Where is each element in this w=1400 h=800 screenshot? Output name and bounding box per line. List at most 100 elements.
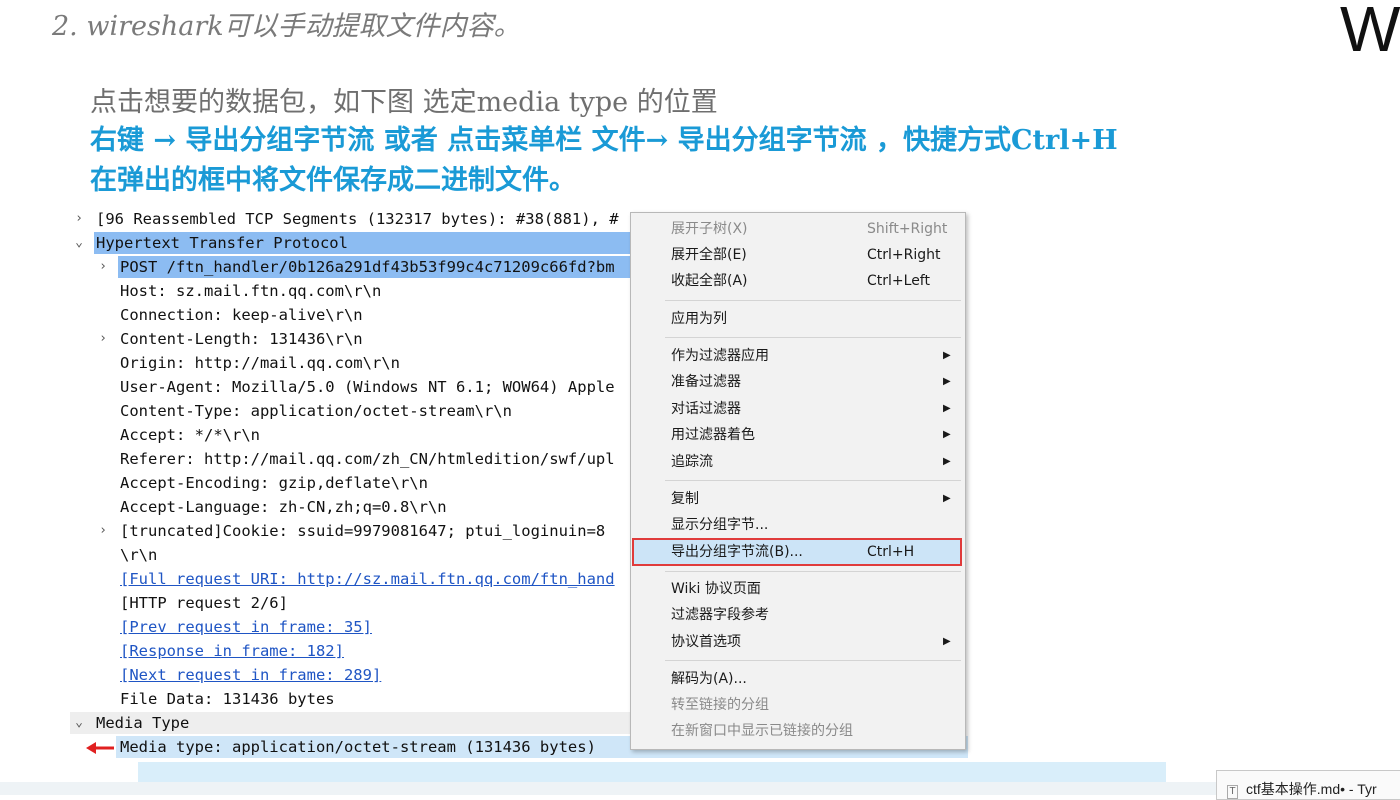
row-text: POST /ftn_handler/0b126a291df43b53f99c4c… (120, 258, 615, 276)
next-request-link[interactable]: [Next request in frame: 289] (120, 664, 381, 686)
menu-item-conversation-filter[interactable]: 对话过滤器 ▶ (633, 396, 961, 422)
row-text: Accept-Language: zh-CN,zh;q=0.8\r\n (120, 498, 447, 516)
expand-arrow-icon[interactable]: › (96, 256, 110, 278)
submenu-arrow-icon: ▶ (943, 493, 951, 504)
menu-item-label: 收起全部(A) (671, 273, 748, 289)
row-text: Hypertext Transfer Protocol (96, 234, 348, 252)
menu-item-expand-subtrees[interactable]: 展开子树(X) Shift+Right (633, 216, 961, 242)
row-text: Accept: */*\r\n (120, 426, 260, 444)
submenu-arrow-icon: ▶ (943, 456, 951, 467)
prev-request-link[interactable]: [Prev request in frame: 35] (120, 616, 372, 638)
submenu-arrow-icon: ▶ (943, 636, 951, 647)
menu-item-colorize-with-filter[interactable]: 用过滤器着色 ▶ (633, 422, 961, 448)
row-text: Referer: http://mail.qq.com/zh_CN/htmled… (120, 450, 615, 468)
tree-row-host[interactable]: Host: sz.mail.ftn.qq.com\r\n (120, 280, 381, 302)
row-text: Origin: http://mail.qq.com\r\n (120, 354, 400, 372)
menu-item-apply-as-filter[interactable]: 作为过滤器应用 ▶ (633, 343, 961, 369)
tree-row-media-type[interactable]: ⌄ Media Type (70, 712, 630, 734)
row-text: [96 Reassembled TCP Segments (132317 byt… (96, 210, 619, 228)
tree-row-content-type[interactable]: Content-Type: application/octet-stream\r… (120, 400, 512, 422)
menu-item-prepare-filter[interactable]: 准备过滤器 ▶ (633, 369, 961, 395)
menu-item-label: 作为过滤器应用 (671, 348, 769, 364)
menu-item-shortcut: Ctrl+Right (867, 247, 941, 263)
menu-item-label: Wiki 协议页面 (671, 581, 761, 597)
menu-item-label: 协议首选项 (671, 634, 741, 650)
menu-item-decode-as[interactable]: 解码为(A)... (633, 666, 961, 692)
menu-separator (665, 480, 961, 481)
menu-item-shortcut: Shift+Right (867, 221, 948, 237)
tree-row-http-request-index[interactable]: [HTTP request 2/6] (120, 592, 288, 614)
menu-item-label: 复制 (671, 491, 699, 507)
row-text: Media Type (96, 714, 190, 732)
menu-item-apply-as-column[interactable]: 应用为列 (633, 306, 961, 332)
expand-arrow-icon[interactable]: › (96, 520, 110, 542)
menu-item-go-to-linked-packet[interactable]: 转至链接的分组 (633, 692, 961, 718)
tree-row-file-data[interactable]: File Data: 131436 bytes (120, 688, 335, 710)
tree-row-reassembled[interactable]: › [96 Reassembled TCP Segments (132317 b… (70, 208, 630, 230)
row-text: Connection: keep-alive\r\n (120, 306, 363, 324)
tree-row-user-agent[interactable]: User-Agent: Mozilla/5.0 (Windows NT 6.1;… (120, 376, 615, 398)
menu-item-label: 对话过滤器 (671, 401, 741, 417)
expand-arrow-icon[interactable]: › (72, 208, 86, 230)
instruction-line-3: 在弹出的框中将文件保存成二进制文件。 (90, 165, 576, 196)
menu-separator (665, 660, 961, 661)
menu-item-show-packet-bytes[interactable]: 显示分组字节... (633, 512, 961, 538)
menu-item-label: 解码为(A)... (671, 671, 747, 687)
tree-row-http[interactable]: ⌄ Hypertext Transfer Protocol (72, 232, 630, 254)
menu-item-label: 应用为列 (671, 311, 727, 327)
menu-item-label: 过滤器字段参考 (671, 607, 769, 623)
collapse-arrow-icon[interactable]: ⌄ (72, 712, 86, 734)
tree-row-origin[interactable]: Origin: http://mail.qq.com\r\n (120, 352, 400, 374)
expand-arrow-icon[interactable]: › (96, 328, 110, 350)
menu-item-label: 显示分组字节... (671, 517, 769, 533)
menu-item-show-linked-in-new-window[interactable]: 在新窗口中显示已链接的分组 (633, 718, 961, 744)
context-menu[interactable]: 展开子树(X) Shift+Right 展开全部(E) Ctrl+Right 收… (630, 212, 966, 750)
instruction-line-1: 点击想要的数据包，如下图 选定media type 的位置 (90, 87, 718, 118)
submenu-arrow-icon: ▶ (943, 376, 951, 387)
menu-item-wiki-protocol-page[interactable]: Wiki 协议页面 (633, 576, 961, 602)
full-request-uri-link[interactable]: [Full request URI: http://sz.mail.ftn.qq… (120, 568, 615, 590)
tree-row-accept-language[interactable]: Accept-Language: zh-CN,zh;q=0.8\r\n (120, 496, 447, 518)
highlight-shadow (138, 762, 1166, 784)
tree-row-referer[interactable]: Referer: http://mail.qq.com/zh_CN/htmled… (120, 448, 615, 470)
row-text: User-Agent: Mozilla/5.0 (Windows NT 6.1;… (120, 378, 615, 396)
row-text: [Prev request in frame: 35] (120, 618, 372, 636)
collapse-arrow-icon[interactable]: ⌄ (72, 232, 86, 254)
submenu-arrow-icon: ▶ (943, 429, 951, 440)
menu-item-collapse-all[interactable]: 收起全部(A) Ctrl+Left (633, 268, 961, 294)
menu-item-export-packet-bytes[interactable]: 导出分组字节流(B)... Ctrl+H (632, 538, 962, 566)
row-text: [HTTP request 2/6] (120, 594, 288, 612)
row-text: [Response in frame: 182] (120, 642, 344, 660)
menu-item-label: 展开子树(X) (671, 221, 748, 237)
submenu-arrow-icon: ▶ (943, 350, 951, 361)
row-text: \r\n (120, 546, 158, 564)
tree-row-accept-encoding[interactable]: Accept-Encoding: gzip,deflate\r\n (120, 472, 428, 494)
tree-row-accept[interactable]: Accept: */*\r\n (120, 424, 260, 446)
menu-item-protocol-preferences[interactable]: 协议首选项 ▶ (633, 629, 961, 655)
tree-row-crlf[interactable]: \r\n (120, 544, 157, 566)
row-text: Host: sz.mail.ftn.qq.com\r\n (120, 282, 382, 300)
instruction-line-2: 右键 → 导出分组字节流 或者 点击菜单栏 文件→ 导出分组字节流 ，快捷方式C… (90, 125, 1118, 156)
row-text: [Full request URI: http://sz.mail.ftn.qq… (120, 570, 615, 588)
menu-item-label: 展开全部(E) (671, 247, 747, 263)
menu-item-expand-all[interactable]: 展开全部(E) Ctrl+Right (633, 242, 961, 268)
slide-title: 2. wireshark可以手动提取文件内容。 (52, 11, 521, 42)
menu-item-label: 导出分组字节流(B)... (671, 544, 803, 560)
menu-item-follow-stream[interactable]: 追踪流 ▶ (633, 449, 961, 475)
menu-item-label: 转至链接的分组 (671, 697, 769, 713)
menu-item-copy[interactable]: 复制 ▶ (633, 486, 961, 512)
menu-separator (665, 300, 961, 301)
tree-row-connection[interactable]: Connection: keep-alive\r\n (120, 304, 363, 326)
document-icon: T (1227, 785, 1238, 799)
taskbar-tab[interactable]: Tctf基本操作.md• - Tyr (1216, 770, 1400, 800)
menu-separator (665, 571, 961, 572)
row-text: Content-Type: application/octet-stream\r… (120, 402, 512, 420)
slide-logo: W (1340, 0, 1400, 65)
response-link[interactable]: [Response in frame: 182] (120, 640, 344, 662)
row-text: [Next request in frame: 289] (120, 666, 382, 684)
menu-item-filter-field-reference[interactable]: 过滤器字段参考 (633, 602, 961, 628)
packet-details-pane[interactable]: › [96 Reassembled TCP Segments (132317 b… (70, 208, 1166, 760)
row-text: Accept-Encoding: gzip,deflate\r\n (120, 474, 428, 492)
row-text: File Data: 131436 bytes (120, 690, 335, 708)
tree-row-post[interactable]: › POST /ftn_handler/0b126a291df43b53f99c… (96, 256, 630, 278)
